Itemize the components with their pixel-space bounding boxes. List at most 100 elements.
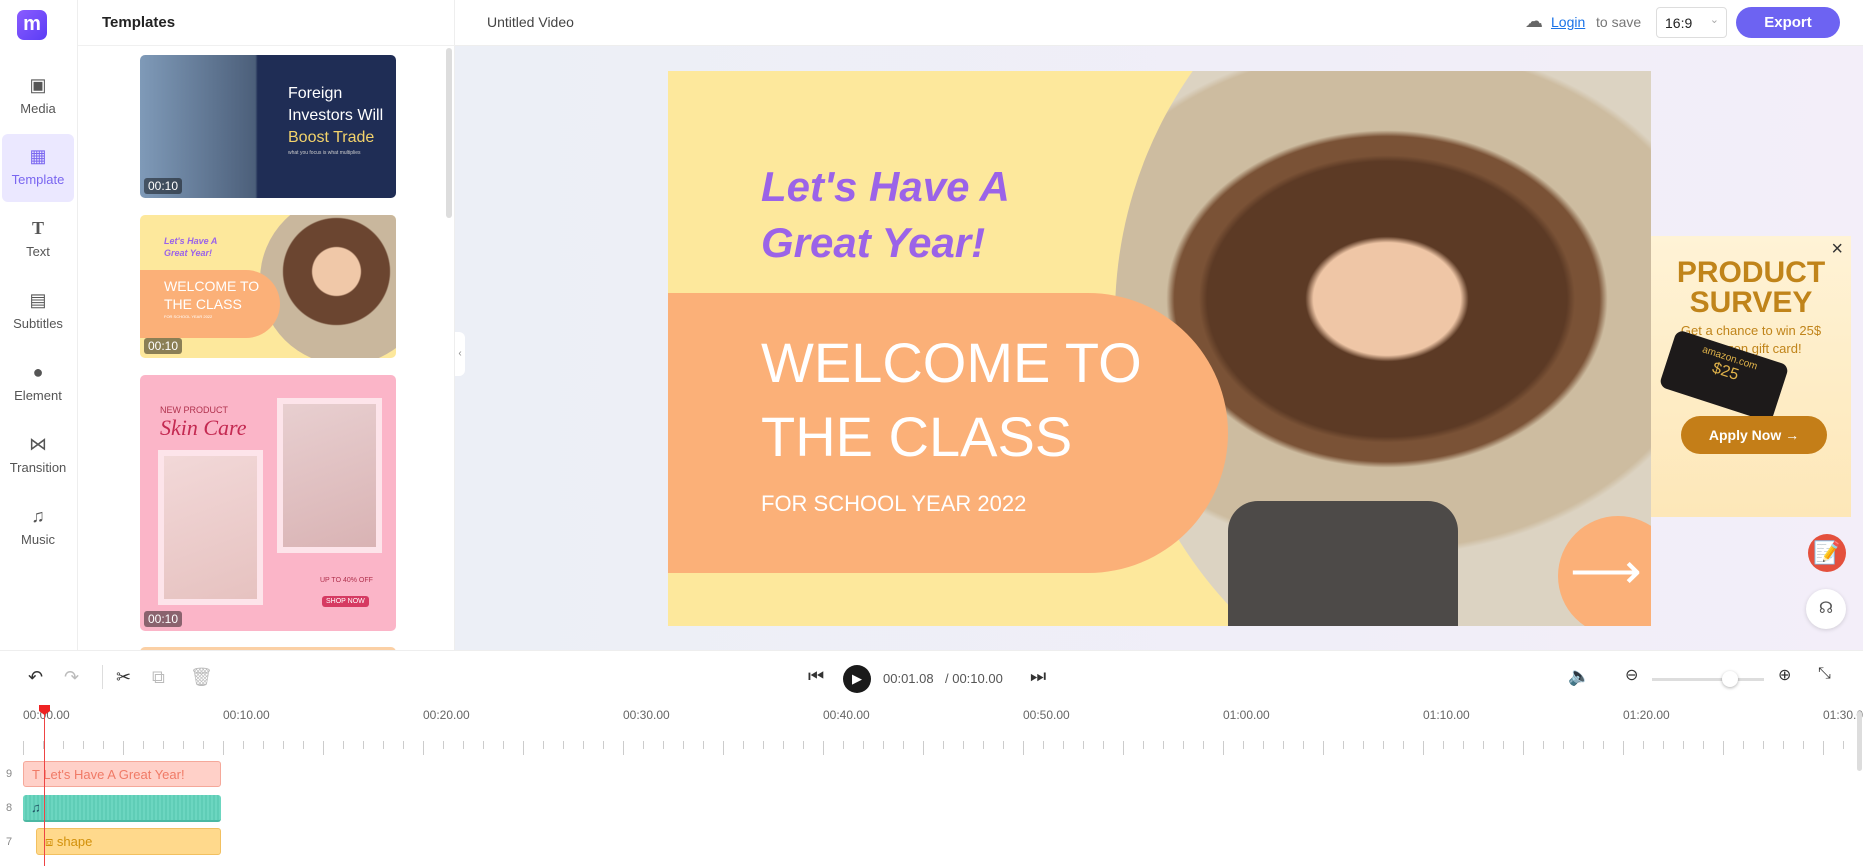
preview-main-line2[interactable]: THE CLASS — [761, 400, 1142, 474]
ruler-tick — [1263, 741, 1264, 749]
notes-icon[interactable]: 📝 — [1808, 534, 1846, 572]
template-card-foreign-investors[interactable]: Foreign Investors Will Boost Trade what … — [140, 55, 396, 198]
cloud-off-icon: ☁ — [1525, 11, 1543, 31]
login-link[interactable]: Login — [1551, 14, 1585, 30]
card-text: THE CLASS — [164, 296, 242, 312]
ruler-tick — [1823, 741, 1824, 755]
ruler-tick — [1723, 741, 1724, 755]
track-number: 9 — [6, 768, 13, 780]
collapse-panel-button[interactable]: ‹ — [455, 332, 465, 376]
apply-now-button[interactable]: Apply Now → — [1681, 416, 1827, 454]
sidebar-item-element[interactable]: ● Element — [2, 350, 74, 418]
ruler-tick — [1163, 741, 1164, 749]
card-text: Great Year! — [164, 248, 213, 258]
ruler-tick — [1643, 741, 1644, 749]
ruler-tick — [303, 741, 304, 749]
ruler-tick — [1423, 741, 1424, 755]
ruler-tick — [743, 741, 744, 749]
transition-icon: ⋈ — [29, 434, 47, 454]
ruler-tick — [1363, 741, 1364, 749]
card-text: what you focus is what multiplies — [288, 150, 361, 156]
time-ruler[interactable]: 00:00.00 00:10.00 00:20.00 00:30.00 00:40.00… — [0, 651, 1863, 761]
text-icon: T — [32, 767, 44, 782]
export-button[interactable]: Export — [1736, 7, 1840, 38]
sidebar-item-label: Text — [26, 244, 50, 259]
music-note-icon: ♫ — [31, 800, 41, 815]
ruler-tick — [443, 741, 444, 749]
card-text: Skin Care — [160, 415, 247, 440]
shape-icon: ⧈ — [45, 834, 57, 849]
clip-label: shape — [56, 834, 93, 849]
folder-plus-icon: ▣ — [29, 75, 47, 95]
preview-title-line1[interactable]: Let's Have A — [761, 159, 1010, 215]
preview-subtitle[interactable]: FOR SCHOOL YEAR 2022 — [761, 491, 1026, 517]
sidebar-item-label: Music — [21, 532, 55, 547]
ruler-tick — [823, 741, 824, 755]
aspect-ratio-select[interactable]: 16:9 ⌄ — [1656, 7, 1727, 38]
preview-title-line2[interactable]: Great Year! — [761, 215, 1010, 271]
ruler-tick — [1703, 741, 1704, 749]
left-rail: m ▣ Media ▦ Template T Text ▤ Subtitles ● Ele… — [0, 0, 78, 650]
card-text: Foreign — [288, 85, 343, 102]
panel-scrollbar[interactable] — [446, 48, 452, 218]
ruler-label: 01:10.00 — [1423, 708, 1470, 722]
template-card-welcome-class[interactable]: Let's Have A Great Year! WELCOME TO THE CL… — [140, 215, 396, 358]
ruler-tick — [163, 741, 164, 749]
sidebar-item-label: Subtitles — [13, 316, 63, 331]
ruler-tick — [183, 741, 184, 749]
panel-title: Templates — [102, 14, 176, 31]
ruler-tick — [1783, 741, 1784, 749]
ruler-tick — [903, 741, 904, 749]
close-icon[interactable]: × — [1831, 238, 1843, 261]
chevron-down-icon: ⌄ — [1709, 14, 1719, 26]
aspect-ratio-value: 16:9 — [1665, 15, 1693, 31]
ruler-tick — [1623, 741, 1624, 755]
ruler-tick — [643, 741, 644, 749]
ruler-tick — [343, 741, 344, 749]
subtitles-icon: ▤ — [29, 290, 47, 310]
project-title[interactable]: Untitled Video — [487, 14, 574, 30]
app-logo[interactable]: m — [17, 10, 47, 40]
sidebar-item-media[interactable]: ▣ Media — [2, 63, 74, 131]
video-preview[interactable]: Let's Have A Great Year! WELCOME TO THE … — [668, 71, 1651, 626]
support-headset-icon[interactable]: ☊ — [1806, 589, 1846, 629]
track-number: 8 — [6, 802, 13, 814]
ruler-tick — [923, 741, 924, 755]
ruler-tick — [703, 741, 704, 749]
ruler-tick — [523, 741, 524, 755]
shape-clip[interactable]: ⧈ shape — [36, 828, 221, 855]
ruler-tick — [1583, 741, 1584, 749]
ruler-tick — [1223, 741, 1224, 755]
ruler-tick — [263, 741, 264, 749]
sidebar-item-subtitles[interactable]: ▤ Subtitles — [2, 278, 74, 346]
ruler-tick — [603, 741, 604, 749]
ruler-tick — [1123, 741, 1124, 755]
template-card-skin-care[interactable]: NEW PRODUCT Skin Care UP TO 40% OFF SHOP… — [140, 375, 396, 631]
preview-main-line1[interactable]: WELCOME TO — [761, 326, 1142, 400]
sidebar-item-transition[interactable]: ⋈ Transition — [2, 422, 74, 490]
text-icon: T — [31, 218, 44, 238]
playhead[interactable] — [39, 705, 50, 866]
timeline-scrollbar[interactable] — [1857, 711, 1862, 771]
sidebar-item-text[interactable]: T Text — [2, 206, 74, 274]
ruler-tick — [1843, 741, 1844, 749]
ruler-tick — [1183, 741, 1184, 749]
ruler-tick — [1503, 741, 1504, 749]
ruler-tick — [1563, 741, 1564, 749]
ruler-tick — [463, 741, 464, 749]
text-clip[interactable]: T Let's Have A Great Year! — [23, 761, 221, 787]
sidebar-item-music[interactable]: ♫ Music — [2, 494, 74, 562]
ruler-tick — [663, 741, 664, 749]
ruler-tick — [1303, 741, 1304, 749]
to-save-text: to save — [1596, 14, 1642, 30]
audio-clip[interactable]: ♫ — [23, 795, 221, 822]
ruler-tick — [203, 741, 204, 749]
sidebar-item-template[interactable]: ▦ Template — [2, 134, 74, 202]
ruler-tick — [1403, 741, 1404, 749]
timeline: ↶ ↷ ✂ ⧉ 🗑 ⏮ ▶ 00:01.08 / 00:10.00 ⏭ 🔈 ⊖ … — [0, 650, 1863, 866]
ruler-tick — [1063, 741, 1064, 749]
ruler-tick — [423, 741, 424, 755]
ruler-tick — [1283, 741, 1284, 749]
ruler-tick — [483, 741, 484, 749]
card-text: Let's Have A — [164, 236, 218, 246]
